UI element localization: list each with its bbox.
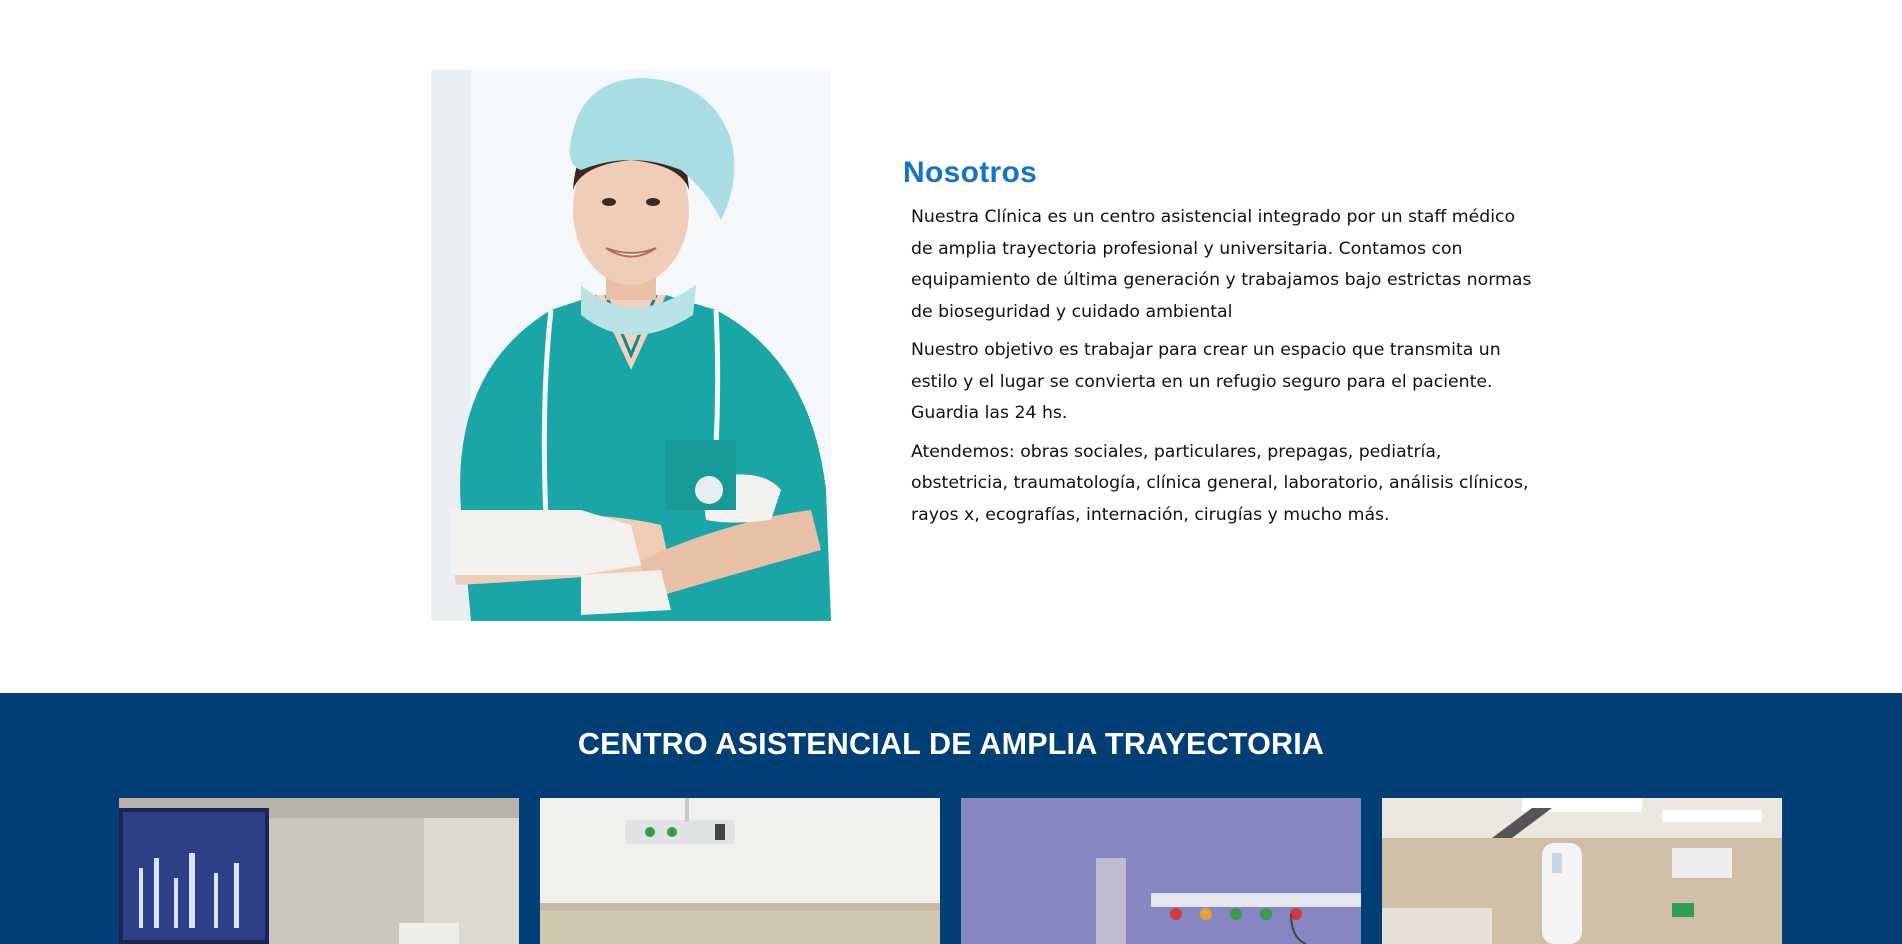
xray-room-photo-icon: [1382, 798, 1782, 944]
about-text: Nosotros Nuestra Clínica es un centro as…: [903, 156, 1543, 538]
gallery-oxygen-panel-photo[interactable]: [961, 798, 1361, 944]
gallery-xray-room-photo[interactable]: [1382, 798, 1782, 944]
oxygen-panel-photo-icon: [961, 798, 1361, 944]
ward-photo-icon: [540, 798, 940, 944]
doctor-illustration-icon: [431, 70, 831, 621]
about-section: Nosotros Nuestra Clínica es un centro as…: [0, 0, 1902, 693]
services-title: CENTRO ASISTENCIAL DE AMPLIA TRAYECTORIA: [577, 727, 1325, 761]
gallery-room-photo[interactable]: [119, 798, 519, 944]
services-section: CENTRO ASISTENCIAL DE AMPLIA TRAYECTORIA: [0, 693, 1902, 944]
about-title: Nosotros: [903, 156, 1038, 189]
about-paragraph-2: Nuestro objetivo es trabajar para crear …: [911, 340, 1501, 423]
doctor-photo: [431, 70, 831, 621]
gallery-ward-photo[interactable]: [540, 798, 940, 944]
about-paragraph-3: Atendemos: obras sociales, particulares,…: [911, 441, 1529, 525]
about-paragraph-1: Nuestra Clínica es un centro asistencial…: [911, 207, 1532, 322]
room-photo-icon: [119, 798, 519, 944]
